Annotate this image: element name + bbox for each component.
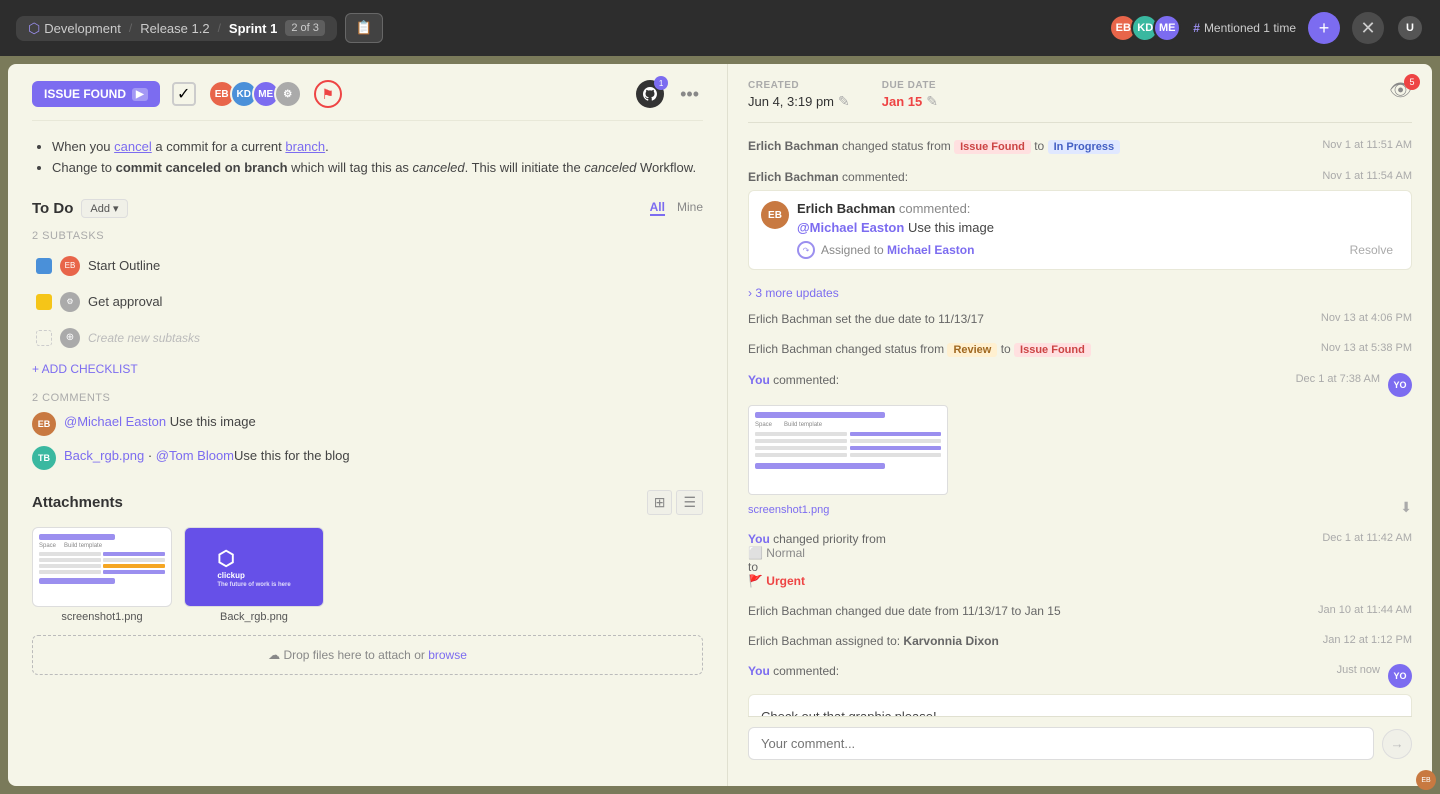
activity-priority: You changed priority from ⬜ Normal to 🚩 … — [748, 532, 1412, 588]
activity-status-2: Erlich Bachman changed status from Revie… — [748, 342, 1412, 357]
subtask-3: ⊕ Create new subtasks — [32, 322, 703, 354]
attachment-grid: SpaceBuild template screenshot1.png — [32, 527, 703, 623]
you-avatar-1: YO — [1388, 373, 1412, 397]
download-icon[interactable]: ⬇ — [1400, 499, 1412, 516]
screenshot-name[interactable]: screenshot1.png — [748, 504, 829, 516]
check-icon[interactable]: ✓ — [172, 82, 196, 106]
activity-status-1: Erlich Bachman changed status from Issue… — [748, 139, 1412, 154]
subtask-checkbox-3 — [36, 330, 52, 346]
watch-badge: 5 — [1404, 74, 1420, 90]
created-value: Jun 4, 3:19 pm — [748, 94, 834, 109]
subtask-1[interactable]: EB Start Outline — [32, 250, 703, 282]
activity-comment-you: You commented: Dec 1 at 7:38 AM YO Space… — [748, 373, 1412, 516]
subtask-text-3: Create new subtasks — [88, 331, 200, 345]
meta-row: CREATED Jun 4, 3:19 pm ✎ DUE DATE Jan 15… — [748, 80, 1412, 123]
subtask-checkbox-2[interactable] — [36, 294, 52, 310]
todo-title: To Do — [32, 200, 73, 217]
subtask-avatar-2: ⚙ — [60, 292, 80, 312]
breadcrumb-nav[interactable]: ⬡ Development / Release 1.2 / Sprint 1 2… — [16, 16, 337, 41]
attachment-1[interactable]: SpaceBuild template screenshot1.png — [32, 527, 172, 623]
attachment-thumb-2: ⬡ clickup The future of work is here EB — [184, 527, 324, 607]
avatar-group: EB KD ME — [1109, 14, 1181, 42]
screenshot-thumb: SpaceBuild template — [748, 405, 948, 495]
subtask-avatar-1: EB — [60, 256, 80, 276]
comments-section: 2 COMMENTS EB @Michael Easton Use this i… — [32, 392, 703, 470]
due-value: Jan 15 — [882, 94, 922, 109]
browse-link[interactable]: browse — [428, 648, 467, 662]
activity-due-change: Erlich Bachman changed due date from 11/… — [748, 604, 1412, 618]
comment-input[interactable] — [748, 727, 1374, 760]
sprint-badge: 2 of 3 — [285, 20, 325, 36]
issue-found-button[interactable]: ISSUE FOUND ▶ — [32, 81, 160, 107]
more-updates[interactable]: › 3 more updates — [748, 286, 1412, 300]
priority-flag[interactable]: ⚑ — [314, 80, 342, 108]
activity-feed: Erlich Bachman changed status from Issue… — [748, 139, 1412, 735]
attachment-thumb-1: SpaceBuild template — [32, 527, 172, 607]
commenter-avatar-1: EB — [761, 201, 789, 229]
due-edit-icon[interactable]: ✎ — [926, 93, 938, 110]
breadcrumb-sprint[interactable]: Sprint 1 — [229, 21, 277, 36]
activity-due-date: Erlich Bachman set the due date to 11/13… — [748, 312, 1412, 326]
todo-section: To Do Add ▾ All Mine 2 SUBTASKS EB Start… — [32, 199, 703, 376]
avatar-3: ME — [1153, 14, 1181, 42]
comment-avatar-2: TB — [32, 446, 56, 470]
send-button[interactable]: → — [1382, 729, 1412, 759]
subtask-text-2: Get approval — [88, 294, 162, 309]
comment-text-2: Back_rgb.png · @Tom BloomUse this for th… — [64, 446, 350, 470]
drop-zone: ☁ Drop files here to attach or browse — [32, 635, 703, 675]
assign-icon: ↷ — [797, 241, 815, 259]
subtasks-label: 2 SUBTASKS — [32, 230, 703, 242]
mentioned-badge: # Mentioned 1 time — [1193, 21, 1296, 35]
view-toggle: ⊞ ☰ — [647, 490, 703, 515]
attachments-section: Attachments ⊞ ☰ SpaceBuild template — [32, 490, 703, 675]
comment-1: EB @Michael Easton Use this image — [32, 412, 703, 436]
filter-mine[interactable]: Mine — [677, 200, 703, 216]
breadcrumb-workspace[interactable]: ⬡ Development — [28, 20, 121, 37]
assignee-avatars: EB KD ME ⚙ — [208, 80, 302, 108]
github-icon[interactable]: 1 — [636, 80, 664, 108]
watch-container: 👁 5 — [1389, 80, 1412, 110]
add-button[interactable]: + — [1308, 12, 1340, 44]
user-avatar: U — [1396, 14, 1424, 42]
you-avatar-2: YO — [1388, 664, 1412, 688]
comment-avatar-1: EB — [32, 412, 56, 436]
activity-assigned: Erlich Bachman assigned to: Karvonnia Di… — [748, 634, 1412, 648]
issue-header: ISSUE FOUND ▶ ✓ EB KD ME ⚙ ⚑ 1 ••• — [32, 80, 703, 121]
subtask-2[interactable]: ⚙ Get approval — [32, 286, 703, 318]
comments-label: 2 COMMENTS — [32, 392, 703, 404]
subtask-text-1: Start Outline — [88, 258, 160, 273]
comment-2: TB Back_rgb.png · @Tom BloomUse this for… — [32, 446, 703, 470]
close-button[interactable]: ✕ — [1352, 12, 1384, 44]
breadcrumb-release[interactable]: Release 1.2 — [140, 21, 209, 36]
add-checklist[interactable]: + ADD CHECKLIST — [32, 362, 703, 376]
list-view-button[interactable]: ☰ — [676, 490, 703, 515]
content-body: When you cancel a commit for a current b… — [32, 137, 703, 179]
right-panel: CREATED Jun 4, 3:19 pm ✎ DUE DATE Jan 15… — [728, 64, 1432, 786]
branch-link[interactable]: branch — [285, 139, 325, 154]
avatar-settings[interactable]: ⚙ — [274, 80, 302, 108]
comment-input-row: → — [748, 716, 1412, 770]
comment-text-1: @Michael Easton Use this image — [64, 412, 256, 436]
top-bar: ⬡ Development / Release 1.2 / Sprint 1 2… — [0, 0, 1440, 56]
cancel-link[interactable]: cancel — [114, 139, 152, 154]
attachment-2[interactable]: ⬡ clickup The future of work is here EB … — [184, 527, 324, 623]
add-subtask-button[interactable]: Add ▾ — [81, 199, 127, 218]
activity-comment-1: Erlich Bachman commented: Nov 1 at 11:54… — [748, 170, 1412, 270]
attachment-name-1: screenshot1.png — [32, 611, 172, 623]
created-edit-icon[interactable]: ✎ — [838, 93, 850, 110]
attachments-title: Attachments — [32, 494, 123, 511]
subtask-avatar-3: ⊕ — [60, 328, 80, 348]
clipboard-button[interactable]: 📋 — [345, 13, 384, 43]
filter-all[interactable]: All — [650, 200, 665, 216]
more-options[interactable]: ••• — [676, 84, 703, 105]
created-meta: CREATED Jun 4, 3:19 pm ✎ — [748, 80, 850, 110]
attachment-name-2: Back_rgb.png — [184, 611, 324, 623]
main-content: ISSUE FOUND ▶ ✓ EB KD ME ⚙ ⚑ 1 ••• — [8, 64, 1432, 786]
due-meta: DUE DATE Jan 15 ✎ — [882, 80, 938, 110]
resolve-button[interactable]: Resolve — [1344, 241, 1399, 259]
grid-view-button[interactable]: ⊞ — [647, 490, 673, 515]
left-panel: ISSUE FOUND ▶ ✓ EB KD ME ⚙ ⚑ 1 ••• — [8, 64, 728, 786]
comment-block-1: EB Erlich Bachman commented: @Michael Ea… — [748, 190, 1412, 270]
subtask-checkbox-1[interactable] — [36, 258, 52, 274]
